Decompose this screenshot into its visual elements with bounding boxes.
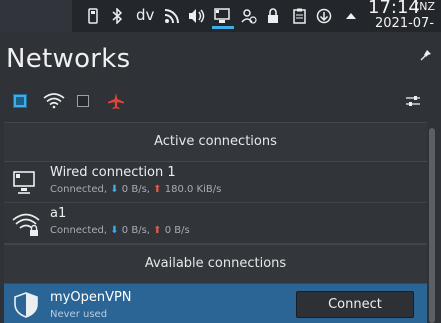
- wired-network-icon: [12, 169, 40, 197]
- wired-toggle-checkbox[interactable]: [12, 90, 28, 112]
- clock-timezone: (NZ: [415, 0, 436, 13]
- connect-button[interactable]: Connect: [296, 291, 414, 318]
- page-title: Networks: [6, 44, 131, 74]
- networks-popup: Networks Active connections Wired connec…: [0, 32, 441, 323]
- system-tray: dv 17:14 (NZ 2021-07-2: [0, 0, 441, 46]
- wifi-toggle-checkbox[interactable]: [76, 90, 90, 112]
- download-speed: 0 B/s,: [121, 184, 150, 195]
- airplane-mode-icon[interactable]: [106, 90, 126, 112]
- status-text: Connected,: [50, 225, 108, 236]
- vpn-shield-icon: [12, 291, 40, 319]
- list-item-vpn[interactable]: myOpenVPN Never used Connect: [4, 284, 427, 323]
- pin-icon[interactable]: [420, 46, 432, 61]
- upload-arrow-icon: ⬆: [153, 225, 162, 236]
- download-speed: 0 B/s,: [121, 225, 150, 236]
- active-indicator: [212, 26, 234, 29]
- upload-arrow-icon: ⬆: [153, 184, 162, 195]
- feed-icon[interactable]: [163, 7, 181, 25]
- connection-status: Connected, ⬇ 0 B/s, ⬆ 180.0 KiB/s: [50, 184, 221, 195]
- list-item-wifi[interactable]: a1 Connected, ⬇ 0 B/s, ⬆ 0 B/s: [4, 203, 427, 244]
- bluetooth-icon[interactable]: [110, 7, 124, 25]
- network-tray-icon[interactable]: [213, 7, 233, 25]
- connection-name: myOpenVPN: [50, 290, 132, 305]
- status-text: Connected,: [50, 184, 108, 195]
- download-arrow-icon: ⬇: [110, 225, 119, 236]
- network-toolbar: [0, 90, 441, 114]
- download-arrow-icon: ⬇: [110, 184, 119, 195]
- wifi-secured-icon: [12, 210, 40, 238]
- connection-status: Never used: [50, 309, 108, 320]
- bluetooth-device-label[interactable]: dv: [136, 6, 154, 24]
- connection-status: Connected, ⬇ 0 B/s, ⬆ 0 B/s: [50, 225, 190, 236]
- usb-drive-icon[interactable]: [86, 7, 100, 25]
- list-item-wired[interactable]: Wired connection 1 Connected, ⬇ 0 B/s, ⬆…: [4, 162, 427, 203]
- connection-name: a1: [50, 206, 67, 221]
- updates-icon[interactable]: [316, 7, 332, 25]
- connection-name: Wired connection 1: [50, 165, 176, 180]
- clipboard-icon[interactable]: [292, 7, 306, 25]
- connection-list: Active connections Wired connection 1 Co…: [4, 122, 427, 323]
- upload-speed: 180.0 KiB/s: [164, 184, 222, 195]
- configure-icon[interactable]: [404, 90, 422, 112]
- available-connections-header: Available connections: [4, 244, 427, 284]
- wifi-icon: [42, 90, 66, 112]
- user-status-icon[interactable]: [240, 7, 258, 25]
- upload-speed: 0 B/s: [164, 225, 190, 236]
- active-connections-header: Active connections: [4, 122, 427, 162]
- tray-expand-icon[interactable]: [344, 7, 358, 25]
- lock-icon[interactable]: [266, 7, 280, 25]
- scrollbar[interactable]: [429, 128, 435, 323]
- volume-icon[interactable]: [188, 7, 206, 25]
- taskbar-strip: [0, 0, 72, 32]
